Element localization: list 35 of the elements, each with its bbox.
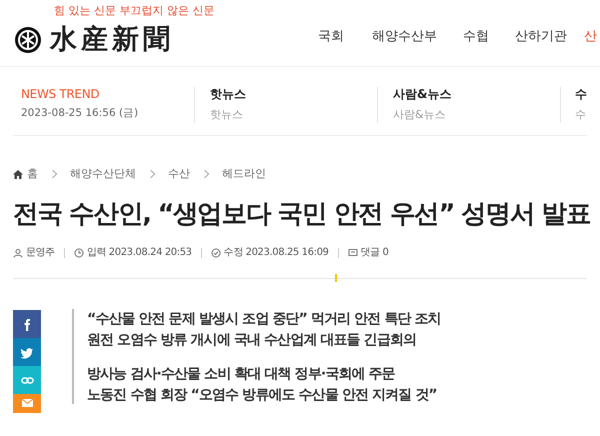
check-circle-icon xyxy=(210,248,221,258)
nav-link[interactable]: 해양수산부 xyxy=(372,29,437,45)
breadcrumb-link[interactable]: 헤드라인 xyxy=(222,167,266,181)
breadcrumb-link[interactable]: 해양수산단체 xyxy=(70,167,136,181)
tagline: 힘 있는 신문 부끄럽지 않은 신문 xyxy=(54,4,216,18)
nav-link[interactable]: 산하기관 xyxy=(515,29,567,45)
divider-accent xyxy=(335,274,337,282)
emblem-icon xyxy=(14,26,42,54)
person-icon xyxy=(13,248,23,258)
breadcrumb-link[interactable]: 홈 xyxy=(27,167,38,181)
trend-title[interactable]: 수 xyxy=(575,87,587,102)
mail-button[interactable] xyxy=(13,394,41,413)
breadcrumb-link[interactable]: 수산 xyxy=(168,167,190,181)
meta-text: 문영주 xyxy=(26,246,55,259)
news-trend-label: NEWS TREND xyxy=(21,87,100,102)
date-text: 2023-08-25 16:56 (금) xyxy=(21,106,140,120)
trend-title[interactable]: 사람&뉴스 xyxy=(393,87,560,102)
logo-text[interactable]: 水産新聞 xyxy=(50,24,174,56)
twitter-button[interactable] xyxy=(13,338,41,366)
clock-icon xyxy=(74,248,84,258)
nav-link[interactable]: 국회 xyxy=(318,29,344,45)
comment-count[interactable]: 댓글 0 xyxy=(360,246,388,259)
nav-link[interactable]: 산 xyxy=(584,29,597,45)
subtitle-line: 방사능 검사·수산물 소비 확대 대책 정부·국회에 주문 xyxy=(87,365,396,384)
home-icon xyxy=(13,170,23,178)
nav-link[interactable]: 수협 xyxy=(463,29,489,45)
subtitle-line: 원전 오염수 방류 개시에 국내 수산업계 대표들 긴급회의 xyxy=(87,331,418,350)
subtitle-line: “수산물 안전 문제 발생시 조업 중단” 먹거리 안전 특단 조치 xyxy=(87,310,441,329)
facebook-button[interactable] xyxy=(13,310,41,338)
meta-text: 입력 2023.08.24 20:53 xyxy=(86,246,192,259)
comment-icon xyxy=(348,248,358,258)
link-button[interactable] xyxy=(13,366,41,394)
subtitle-line: 노동진 수협 회장 “오염수 방류에도 수산물 안전 지켜질 것” xyxy=(87,386,438,405)
trend-title[interactable]: 핫뉴스 xyxy=(210,87,377,102)
meta-text: 수정 2023.08.25 16:09 xyxy=(224,246,328,259)
